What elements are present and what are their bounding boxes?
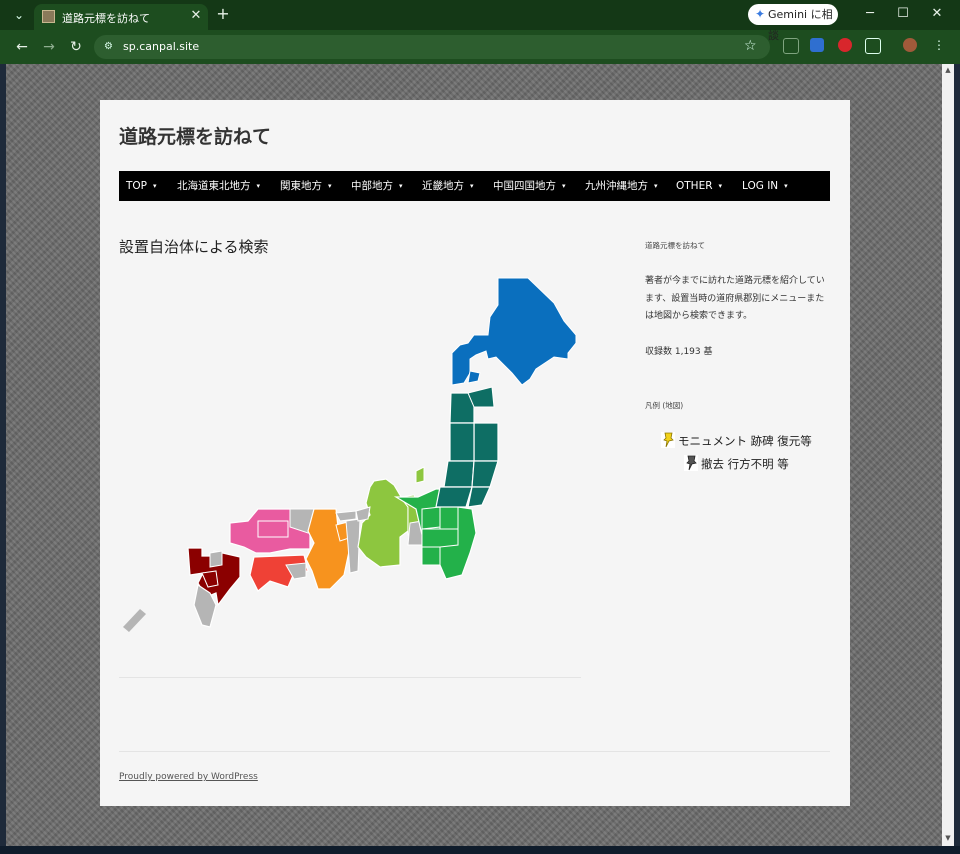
back-button[interactable]: ← bbox=[13, 38, 31, 56]
site-info-icon[interactable]: ⚙ bbox=[104, 40, 118, 54]
yellow-pin-icon bbox=[661, 432, 675, 448]
sidebar-heading: 道路元標を訪ねて bbox=[645, 241, 705, 250]
caret-down-icon: ▾ bbox=[654, 182, 658, 190]
caret-down-icon: ▾ bbox=[562, 182, 566, 190]
gemini-button[interactable]: ✦ Gemini に相談 bbox=[748, 4, 838, 42]
menu-kyushu-okinawa[interactable]: 九州沖縄地方 ▾ bbox=[585, 171, 658, 201]
menu-label: 中部地方 bbox=[351, 180, 393, 192]
close-tab-icon[interactable]: ✕ bbox=[188, 8, 204, 24]
legend-label: 撤去 行方不明 等 bbox=[701, 457, 789, 471]
chubu-region[interactable] bbox=[355, 466, 425, 568]
chugoku-region[interactable] bbox=[229, 508, 319, 554]
section-title: 設置自治体による検索 bbox=[119, 238, 269, 256]
caret-down-icon: ▾ bbox=[153, 182, 157, 190]
menu-label: TOP bbox=[126, 180, 148, 192]
site-title[interactable]: 道路元標を訪ねて bbox=[119, 122, 271, 149]
forward-button[interactable]: → bbox=[40, 38, 58, 56]
close-window-button[interactable]: ✕ bbox=[927, 5, 947, 23]
menu-label: 中国四国地方 bbox=[493, 180, 556, 192]
legend-label: モニュメント 跡碑 復元等 bbox=[678, 434, 812, 448]
menu-top[interactable]: TOP ▾ bbox=[126, 171, 157, 201]
japan-prefecture-map bbox=[123, 277, 577, 632]
translate-icon[interactable] bbox=[810, 38, 824, 52]
chevron-down-icon[interactable]: ⌄ bbox=[10, 7, 28, 23]
reload-button[interactable]: ↻ bbox=[67, 38, 85, 56]
kinki-region[interactable] bbox=[305, 508, 361, 590]
main-menu: TOP ▾ 北海道東北地方 ▾ 関東地方 ▾ 中部地方 ▾ 近畿地方 ▾ 中国四国地方 ▾ … bbox=[119, 171, 830, 201]
record-count: 収録数 1,193 基 bbox=[645, 347, 713, 357]
menu-label: LOG IN bbox=[742, 180, 779, 192]
bookmark-star-icon[interactable]: ☆ bbox=[744, 38, 757, 54]
legend-item-removed: 撤去 行方不明 等 bbox=[684, 455, 789, 473]
caret-down-icon: ▾ bbox=[328, 182, 332, 190]
menu-login[interactable]: LOG IN ▾ bbox=[742, 171, 788, 201]
os-taskbar bbox=[0, 846, 960, 854]
sparkle-icon: ✦ bbox=[755, 7, 766, 21]
url-text: sp.canpal.site bbox=[123, 40, 200, 53]
scroll-down-icon[interactable]: ▼ bbox=[942, 834, 954, 844]
profile-avatar[interactable] bbox=[903, 38, 917, 52]
browser-tab[interactable]: 道路元標を訪ねて ✕ bbox=[34, 4, 208, 30]
caret-down-icon: ▾ bbox=[470, 182, 474, 190]
wordpress-link[interactable]: Proudly powered by WordPress bbox=[119, 772, 258, 782]
menu-kanto[interactable]: 関東地方 ▾ bbox=[280, 171, 332, 201]
menu-other[interactable]: OTHER ▾ bbox=[676, 171, 722, 201]
new-tab-button[interactable]: + bbox=[214, 5, 232, 23]
menu-label: 北海道東北地方 bbox=[177, 180, 251, 192]
menu-label: OTHER bbox=[676, 180, 713, 192]
menu-kinki[interactable]: 近畿地方 ▾ bbox=[422, 171, 474, 201]
kyushu-region[interactable] bbox=[187, 547, 241, 628]
tab-strip: ⌄ 道路元標を訪ねて ✕ + ✦ Gemini に相談 ─ ☐ ✕ bbox=[0, 0, 960, 42]
menu-chugoku-shikoku[interactable]: 中国四国地方 ▾ bbox=[493, 171, 566, 201]
extensions-puzzle-icon[interactable] bbox=[865, 38, 881, 54]
page-content: 道路元標を訪ねて TOP ▾ 北海道東北地方 ▾ 関東地方 ▾ 中部地方 ▾ 近畿地方 ▾… bbox=[100, 100, 850, 806]
favicon-icon bbox=[42, 10, 55, 23]
tab-title: 道路元標を訪ねて bbox=[62, 12, 150, 25]
tohoku-region[interactable] bbox=[435, 386, 499, 508]
gray-pin-icon bbox=[684, 455, 698, 471]
menu-label: 関東地方 bbox=[280, 180, 322, 192]
menu-chubu[interactable]: 中部地方 ▾ bbox=[351, 171, 403, 201]
sidebar-description: 著者が今までに訪れた道路元標を紹介しています、設置当時の道府県郡別にメニューまた… bbox=[645, 276, 825, 321]
cast-icon[interactable] bbox=[783, 38, 799, 54]
scroll-up-icon[interactable]: ▲ bbox=[942, 66, 954, 76]
maximize-button[interactable]: ☐ bbox=[893, 5, 913, 23]
legend-item-monument: モニュメント 跡碑 復元等 bbox=[661, 432, 812, 450]
caret-down-icon: ▾ bbox=[718, 182, 723, 190]
menu-label: 近畿地方 bbox=[422, 180, 464, 192]
caret-down-icon: ▾ bbox=[784, 182, 788, 190]
menu-kebab-icon[interactable]: ⋮ bbox=[932, 38, 946, 52]
minimize-button[interactable]: ─ bbox=[860, 5, 880, 23]
extension-red-icon[interactable] bbox=[838, 38, 852, 52]
divider bbox=[119, 751, 830, 752]
menu-hokkaido-tohoku[interactable]: 北海道東北地方 ▾ bbox=[177, 171, 260, 201]
browser-chrome: ⌄ 道路元標を訪ねて ✕ + ✦ Gemini に相談 ─ ☐ ✕ ← → ↻ … bbox=[0, 0, 960, 64]
caret-down-icon: ▾ bbox=[256, 182, 261, 190]
okinawa-region[interactable] bbox=[123, 609, 146, 632]
shikoku-region[interactable] bbox=[249, 554, 309, 592]
scrollbar[interactable]: ▲ ▼ bbox=[942, 64, 954, 846]
divider bbox=[119, 677, 581, 678]
menu-label: 九州沖縄地方 bbox=[585, 180, 648, 192]
caret-down-icon: ▾ bbox=[399, 182, 403, 190]
legend-heading: 凡例 (地図) bbox=[645, 401, 684, 410]
address-bar[interactable]: ⚙ sp.canpal.site ☆ bbox=[94, 35, 770, 59]
hokkaido-region[interactable] bbox=[451, 277, 577, 386]
